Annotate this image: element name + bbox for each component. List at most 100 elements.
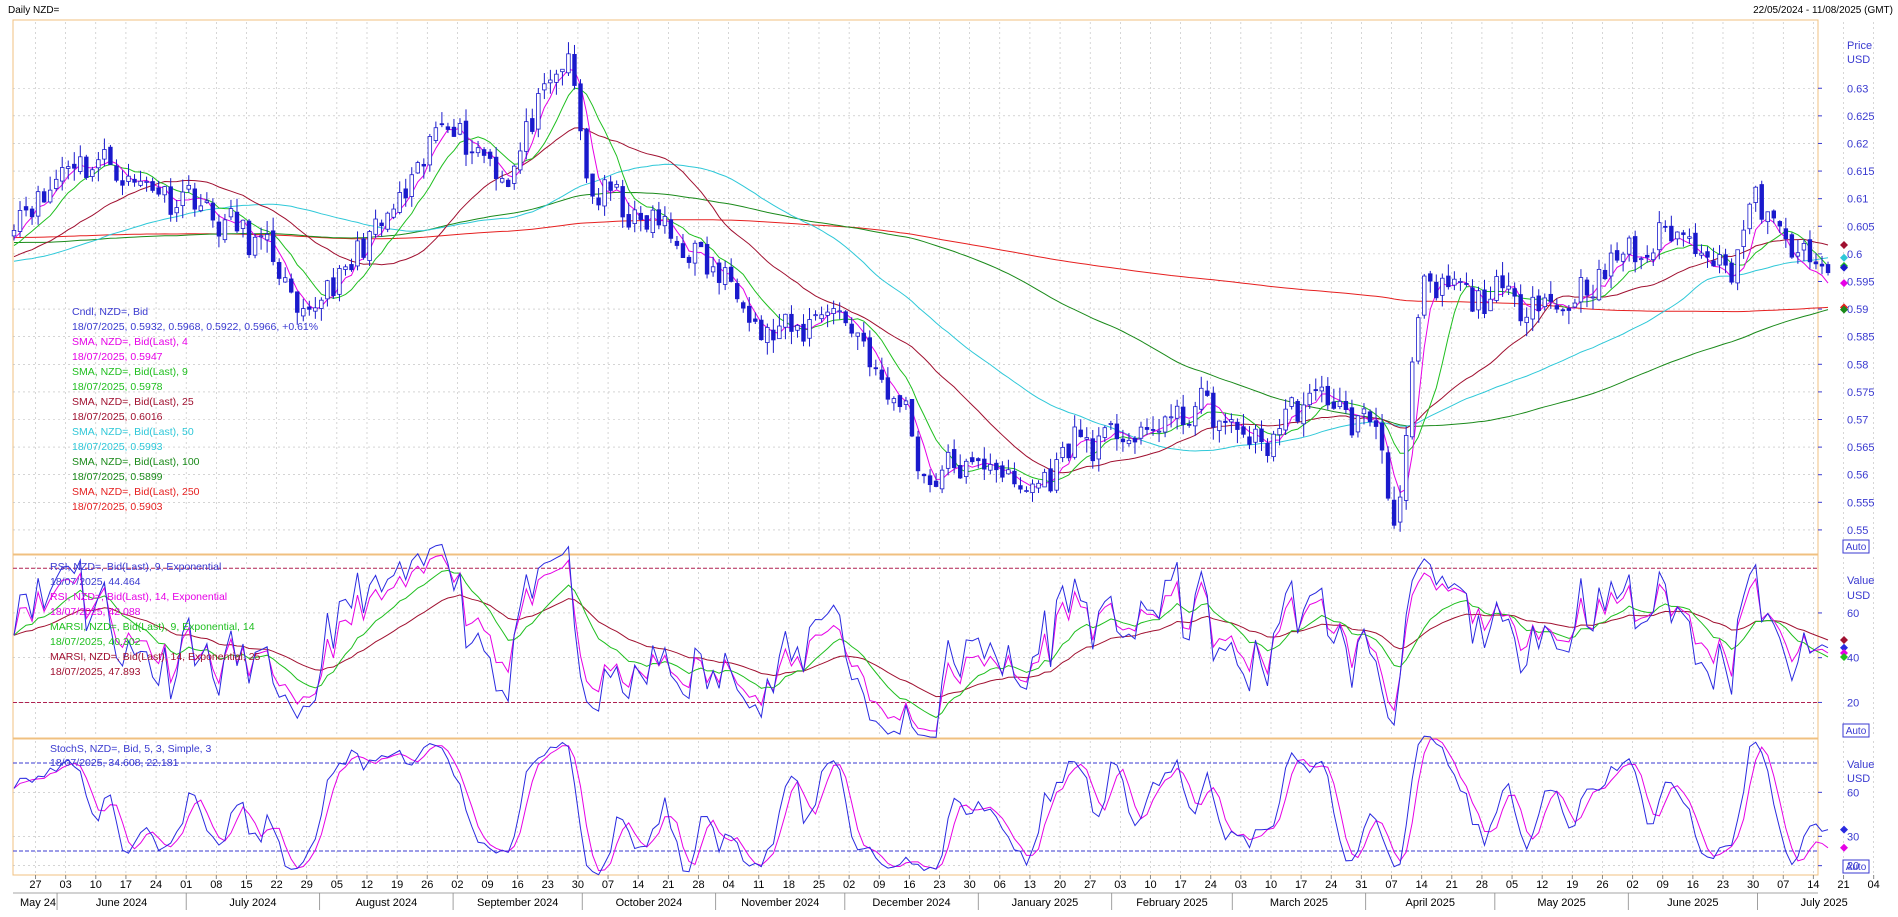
candle-body [439,123,445,126]
price-auto-button[interactable]: Auto [1842,539,1870,554]
candle-body [1247,436,1252,445]
candle-body [710,266,716,273]
candle-body [355,240,360,267]
candle-body [1114,423,1120,440]
candle-body [415,162,420,174]
candle-body [499,178,505,183]
candle-body [1054,459,1059,491]
price-tick-label: 0.63 [1847,83,1868,95]
candle-body [897,395,903,408]
x-day-label: 09 [1657,879,1669,891]
candle-body [1132,437,1138,443]
legend-entry: MARSI, NZD=, Bid(Last), 9, Exponential, … [50,621,255,633]
candle-body [1711,260,1716,267]
candle-body [1428,273,1433,282]
candle-body [1741,229,1746,247]
candle-body [1042,471,1047,488]
x-month-label: November 2024 [741,897,819,909]
candle-body [1729,262,1734,283]
price-tick-label: 0.585 [1847,332,1875,344]
price-tick-label: 0.62 [1847,138,1868,150]
candle-body [487,151,493,159]
x-day-label: 17 [120,879,132,891]
candle-body [1156,430,1162,433]
candle-body [1584,279,1590,296]
x-month-label: May 24 [20,897,56,909]
candle-body [753,318,758,322]
candle-body [1379,422,1385,451]
candle-body [1578,277,1584,303]
x-day-label: 21 [1446,879,1458,891]
candle-body [1765,211,1770,223]
candle-body [1422,275,1427,316]
price-tick-label: 0.59 [1847,304,1868,316]
x-day-label: 05 [331,879,343,891]
candle-body [1416,317,1421,362]
x-day-label: 23 [542,879,554,891]
candle-body [1801,242,1807,251]
candle-body [258,235,264,238]
candle-body [72,163,77,169]
x-day-label: 30 [572,879,584,891]
candle-body [1717,254,1722,266]
candle-body [1361,408,1367,415]
price-tick-label: 0.57 [1847,415,1868,427]
candle-body [457,123,463,135]
candle-body [596,197,601,206]
candle-body [391,208,396,218]
candle-body [313,307,318,312]
candle-body [1542,297,1547,308]
candle-body [270,230,276,262]
candle-body [988,464,993,471]
candle-body [1144,427,1150,430]
rsi-auto-button[interactable]: Auto [1842,723,1870,738]
candle-body [1645,254,1650,258]
x-day-label: 25 [813,879,825,891]
price-tick-label: 0.615 [1847,166,1875,178]
candle-body [1259,428,1264,443]
x-day-label: 20 [1054,879,1066,891]
x-month-label: March 2025 [1270,897,1328,909]
candle-body [53,178,59,189]
legend-entry: RSI, NZD=, Bid(Last), 9, Exponential [50,561,221,573]
candle-body [1373,420,1379,427]
candle-body [1771,210,1776,219]
candle-body [1343,400,1349,410]
candle-body [1126,439,1132,445]
candle-body [1241,426,1246,435]
candle-body [397,192,402,213]
candle-body [722,267,728,285]
candle-body [319,299,324,309]
x-month-label: May 2025 [1537,897,1585,909]
candle-body [1337,400,1343,408]
legend-entry: 18/07/2025, 0.5903 [72,501,163,513]
candle-body [668,219,674,239]
candle-body [1518,294,1523,322]
x-day-label: 15 [240,879,252,891]
candle-body [427,136,433,166]
x-day-label: 10 [1144,879,1156,891]
candle-body [168,186,173,215]
candle-body [120,180,125,186]
candle-body [560,68,565,73]
price-axis-title-1: Price [1847,40,1872,52]
candle-body [650,209,656,234]
candle-body [789,313,794,332]
candle-body [608,181,613,191]
candle-body [1223,420,1228,423]
rsi-tick-label: 60 [1847,608,1859,620]
candle-body [1705,251,1710,258]
candle-body [1012,470,1017,485]
candle-body [1168,416,1174,419]
candle-body [1018,485,1023,490]
price-tick-label: 0.565 [1847,442,1875,454]
x-month-label: September 2024 [477,897,558,909]
candle-body [282,277,288,283]
candle-body [1006,469,1011,475]
candle-body [331,277,336,297]
candle-body [1488,298,1493,312]
candle-body [180,191,185,207]
candle-body [1434,281,1439,299]
chart-canvas[interactable]: Daily NZD= 22/05/2024 - 11/08/2025 (GMT)… [0,0,1898,912]
candle-body [1000,465,1005,478]
